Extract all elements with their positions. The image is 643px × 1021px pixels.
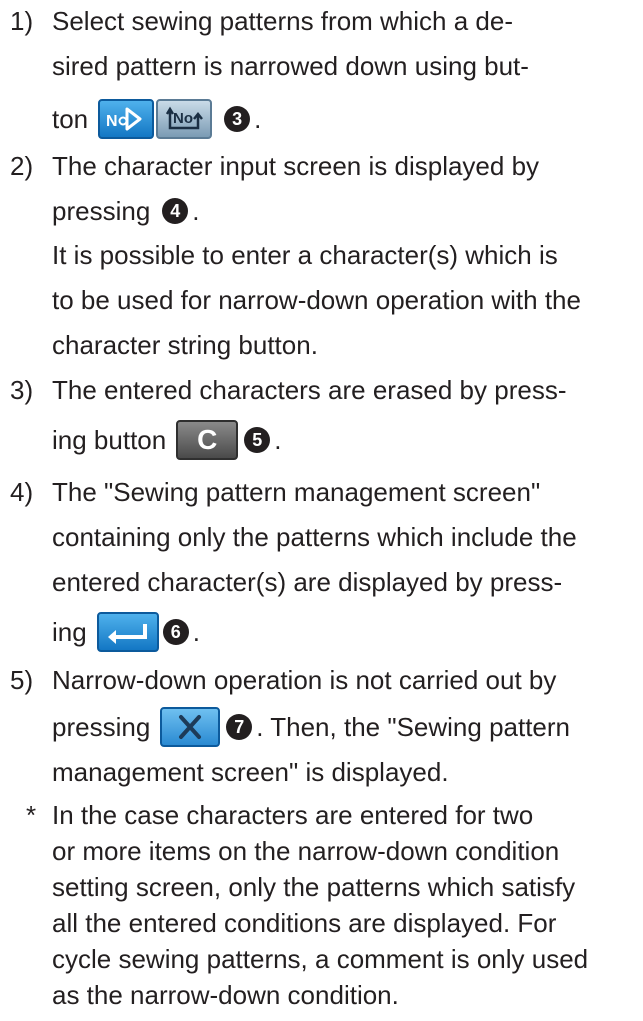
cancel-button[interactable] (160, 707, 221, 747)
number-cycle-icon: No (166, 106, 204, 130)
enter-arrow-icon (107, 624, 147, 644)
callout-4-icon: 4 (162, 198, 189, 224)
note-text-3: setting screen, only the patterns which … (52, 872, 576, 902)
svg-text:No: No (173, 110, 193, 127)
callout-3-icon: 3 (224, 106, 251, 132)
svg-text:N: N (106, 113, 118, 130)
item-2-period: . (192, 196, 200, 226)
item-1-text: Select sewing patterns from which a de- (52, 6, 513, 36)
note-text-5: cycle sewing patterns, a comment is only… (52, 944, 589, 974)
item-2-extra-1: It is possible to enter a character(s) w… (52, 240, 558, 270)
item-5-text-3: management screen" is displayed. (52, 757, 449, 787)
item-2-text: The character input screen is displayed … (52, 151, 540, 181)
item-1-ton-text: ton (52, 104, 89, 134)
item-3-text: The entered characters are erased by pre… (52, 375, 567, 405)
item-2-extra-3: character string button. (52, 330, 318, 360)
note-asterisk: * (26, 800, 37, 830)
item-4-text-2: containing only the patterns which inclu… (52, 522, 577, 552)
number-forward-button[interactable]: N (98, 99, 155, 139)
item-3-period: . (274, 425, 282, 455)
note-text-4: all the entered conditions are displayed… (52, 908, 557, 938)
item-2-pressing-text: pressing (52, 196, 151, 226)
enter-button[interactable] (96, 612, 159, 652)
cancel-x-icon (179, 715, 202, 739)
callout-6-icon: 6 (162, 619, 189, 645)
item-2-extra-2: to be used for narrow-down operation wit… (52, 285, 581, 315)
item-1-period: . (254, 104, 262, 134)
callout-7-icon: 7 (226, 714, 253, 740)
item-4-text-1: The "Sewing pattern management screen" (52, 477, 541, 507)
item-4-ing-text: ing (52, 617, 87, 647)
note-text-6: as the narrow-down condition. (52, 980, 399, 1010)
number-cycle-button[interactable]: No (156, 99, 213, 139)
item-3-ing-button-text: ing button (52, 425, 167, 455)
item-2-number: 2) (10, 151, 34, 181)
item-5-number: 5) (10, 665, 34, 695)
item-5-text: Narrow-down operation is not carried out… (52, 665, 557, 695)
clear-button[interactable]: C (176, 420, 239, 460)
manual-page: 1) Select sewing patterns from which a d… (0, 0, 643, 1021)
note-text-2: or more items on the narrow-down conditi… (52, 836, 560, 866)
number-forward-icon: N (106, 107, 142, 131)
clear-c-icon: C (197, 424, 218, 455)
item-5-pressing-text: pressing (52, 712, 151, 742)
item-4-period: . (192, 617, 200, 647)
callout-5-icon: 5 (244, 427, 271, 453)
item-3-number: 3) (10, 375, 34, 405)
item-1-text-2: sired pattern is narrowed down using but… (52, 51, 529, 81)
item-4-number: 4) (10, 477, 34, 507)
note-text-1: In the case characters are entered for t… (52, 800, 534, 830)
item-1-number: 1) (10, 6, 34, 36)
item-4-text-3: entered character(s) are displayed by pr… (52, 567, 563, 597)
item-5-then-text: . Then, the "Sewing pattern (256, 712, 571, 742)
